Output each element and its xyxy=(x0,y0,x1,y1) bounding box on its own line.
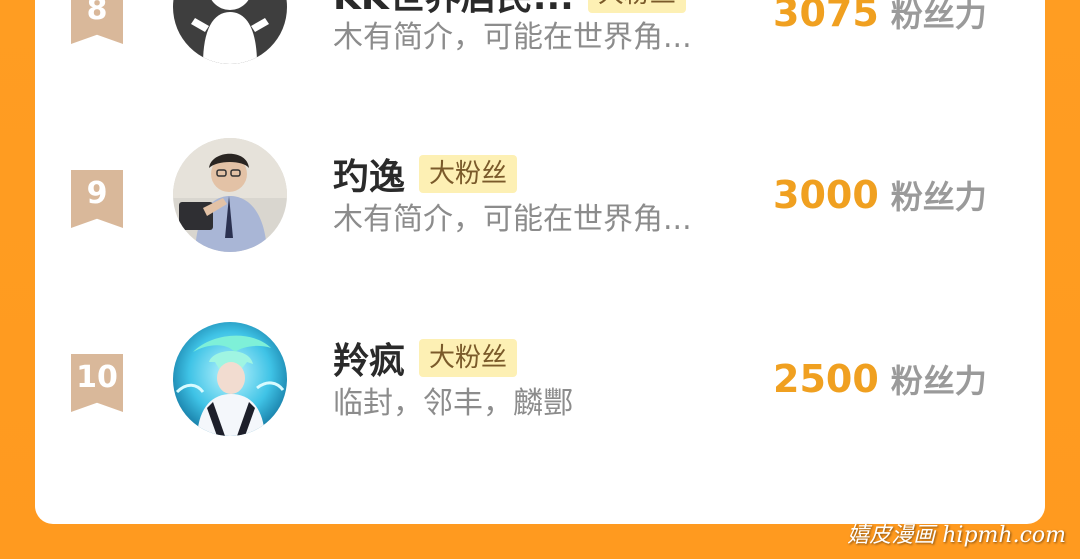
fan-badge: 大粉丝 xyxy=(419,155,518,193)
ranking-row[interactable]: 9 玓逸 大粉丝 木有简介，可能在世界角... 3000 粉丝力 xyxy=(35,138,1045,294)
anime-avatar-icon xyxy=(173,322,287,436)
watermark: 嬉皮漫画 hipmh.com xyxy=(847,523,1066,548)
fan-power-unit: 粉丝力 xyxy=(890,178,987,216)
rank-ribbon: 8 xyxy=(71,0,123,44)
fan-badge: 大粉丝 xyxy=(419,339,518,377)
fan-power: 3075 粉丝力 xyxy=(773,0,987,36)
fan-badge: 大粉丝 xyxy=(587,0,686,13)
user-name[interactable]: 玓逸 xyxy=(333,148,405,200)
fan-power-unit: 粉丝力 xyxy=(890,0,987,34)
name-line: 羚疯 大粉丝 xyxy=(333,336,518,382)
name-line: KK世界居民... 大粉丝 xyxy=(333,0,686,18)
fan-power: 2500 粉丝力 xyxy=(773,356,987,402)
ranking-card: 8 KK世界居民... 大粉丝 木有简介，可能在世界角... 3075 粉丝力 xyxy=(35,0,1045,524)
user-bio: 木有简介，可能在世界角... xyxy=(333,20,692,55)
avatar[interactable] xyxy=(173,138,287,252)
user-bio: 临封，邻丰，麟酆 xyxy=(333,386,573,421)
name-line: 玓逸 大粉丝 xyxy=(333,152,518,198)
default-avatar-icon xyxy=(191,0,269,64)
rank-ribbon: 10 xyxy=(71,354,123,412)
avatar[interactable] xyxy=(173,322,287,436)
ranking-row[interactable]: 8 KK世界居民... 大粉丝 木有简介，可能在世界角... 3075 粉丝力 xyxy=(35,0,1045,110)
user-bio: 木有简介，可能在世界角... xyxy=(333,202,692,237)
page-background: 8 KK世界居民... 大粉丝 木有简介，可能在世界角... 3075 粉丝力 xyxy=(0,0,1080,559)
fan-power-value: 3075 xyxy=(773,0,879,35)
fan-power: 3000 粉丝力 xyxy=(773,172,987,218)
rank-ribbon: 9 xyxy=(71,170,123,228)
user-name[interactable]: 羚疯 xyxy=(333,332,405,384)
fan-power-unit: 粉丝力 xyxy=(890,362,987,400)
ranking-row[interactable]: 10 羚疯 大粉丝 临封，邻丰，麟酆 2500 粉丝力 xyxy=(35,322,1045,478)
avatar[interactable] xyxy=(173,0,287,64)
fan-power-value: 3000 xyxy=(773,173,879,217)
fan-power-value: 2500 xyxy=(773,357,879,401)
user-name[interactable]: KK世界居民... xyxy=(333,0,574,20)
user-photo-icon xyxy=(173,138,287,252)
